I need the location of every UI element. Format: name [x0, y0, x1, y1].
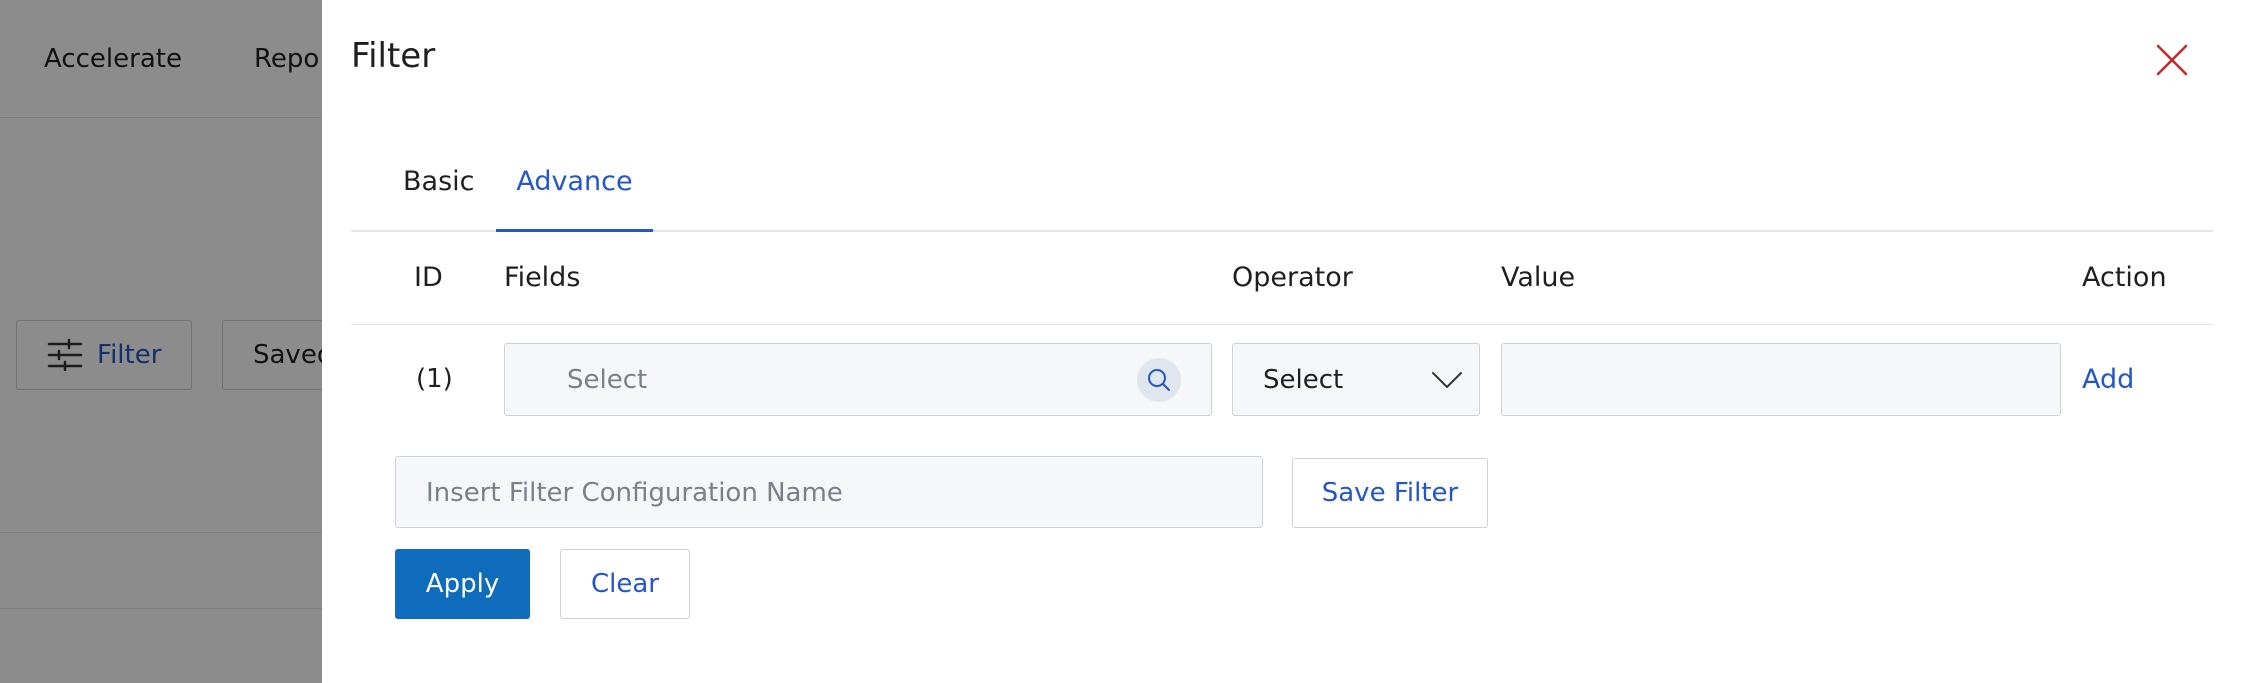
column-header-action: Action [2082, 262, 2167, 293]
tab-bar: Basic Advance [351, 150, 2213, 232]
filter-config-name-input[interactable]: Insert Filter Configuration Name [395, 456, 1263, 528]
clear-button[interactable]: Clear [560, 549, 690, 619]
apply-button[interactable]: Apply [395, 549, 530, 619]
close-icon [2156, 44, 2188, 76]
save-filter-button[interactable]: Save Filter [1292, 458, 1488, 528]
column-header-operator: Operator [1232, 262, 1353, 293]
field-search-button[interactable] [1137, 358, 1181, 402]
tab-basic[interactable]: Basic [403, 166, 474, 232]
operator-select[interactable]: Select [1232, 343, 1480, 416]
column-header-id: ID [414, 262, 443, 293]
column-header-value: Value [1501, 262, 1576, 293]
field-select[interactable]: Select [504, 343, 1212, 416]
chevron-down-icon [1432, 372, 1462, 388]
column-header-fields: Fields [504, 262, 581, 293]
tab-advance[interactable]: Advance [496, 166, 653, 232]
drawer-title: Filter [351, 36, 436, 76]
filter-drawer: Filter Basic Advance ID Fields Operator … [322, 0, 2241, 683]
value-input[interactable] [1501, 343, 2061, 416]
search-icon [1148, 369, 1170, 391]
field-select-placeholder: Select [567, 365, 648, 395]
operator-select-value: Select [1263, 365, 1344, 395]
row-id: (1) [416, 364, 453, 394]
filter-config-name-placeholder: Insert Filter Configuration Name [426, 478, 843, 508]
close-button[interactable] [2152, 40, 2192, 80]
add-button[interactable]: Add [2082, 364, 2134, 395]
header-divider [351, 324, 2213, 325]
